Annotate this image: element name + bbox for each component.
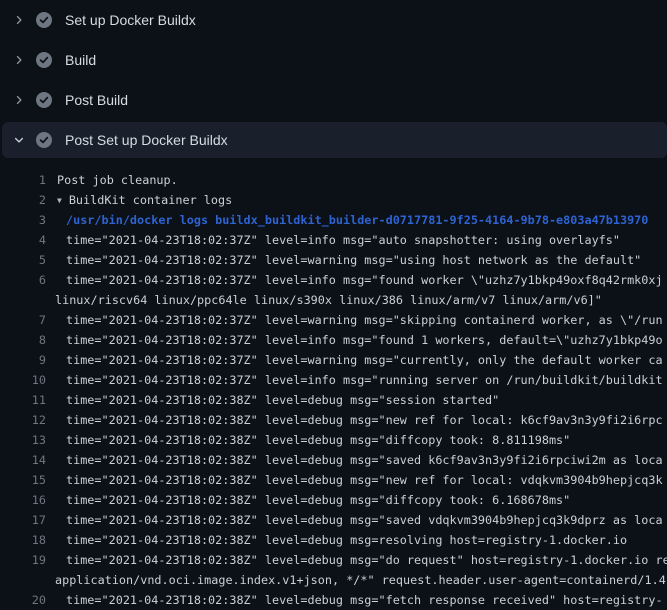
log-text: time="2021-04-23T18:02:37Z" level=warnin…	[46, 350, 663, 370]
log-command-text: /usr/bin/docker logs buildx_buildkit_bui…	[46, 210, 648, 230]
step-row-build[interactable]: Build	[0, 40, 667, 80]
check-circle-icon	[36, 132, 52, 148]
log-text: time="2021-04-23T18:02:37Z" level=info m…	[46, 230, 620, 250]
chevron-right-icon	[12, 12, 26, 28]
log-group-toggle[interactable]: ▼ BuildKit container logs	[46, 190, 232, 210]
log-text: time="2021-04-23T18:02:38Z" level=debug …	[46, 510, 663, 530]
log-line: 12 time="2021-04-23T18:02:38Z" level=deb…	[0, 410, 667, 430]
log-line: 17 time="2021-04-23T18:02:38Z" level=deb…	[0, 510, 667, 530]
log-line: 7 time="2021-04-23T18:02:37Z" level=warn…	[0, 310, 667, 330]
collapse-triangle-icon: ▼	[57, 191, 62, 210]
line-number[interactable]: 8	[0, 330, 46, 350]
step-label: Build	[65, 52, 96, 68]
line-number[interactable]: 5	[0, 250, 46, 270]
log-text: time="2021-04-23T18:02:38Z" level=debug …	[46, 530, 627, 550]
chevron-right-icon	[12, 52, 26, 68]
line-number[interactable]: 9	[0, 350, 46, 370]
step-row-post-set-up-docker-buildx-expanded[interactable]: Post Set up Docker Buildx	[2, 122, 667, 158]
log-text: time="2021-04-23T18:02:38Z" level=debug …	[46, 470, 663, 490]
line-number[interactable]: 16	[0, 490, 46, 510]
log-line: 10 time="2021-04-23T18:02:37Z" level=inf…	[0, 370, 667, 390]
log-line: 4 time="2021-04-23T18:02:37Z" level=info…	[0, 230, 667, 250]
line-number[interactable]: 15	[0, 470, 46, 490]
check-circle-icon	[36, 52, 52, 68]
log-text: time="2021-04-23T18:02:38Z" level=debug …	[46, 590, 663, 610]
step-row-set-up-docker-buildx[interactable]: Set up Docker Buildx	[0, 0, 667, 40]
log-line: 1 Post job cleanup.	[0, 170, 667, 190]
log-text: time="2021-04-23T18:02:37Z" level=info m…	[46, 370, 663, 390]
log-line: 20 time="2021-04-23T18:02:38Z" level=deb…	[0, 590, 667, 610]
log-line: 8 time="2021-04-23T18:02:37Z" level=info…	[0, 330, 667, 350]
log-line: 14 time="2021-04-23T18:02:38Z" level=deb…	[0, 450, 667, 470]
log-text: time="2021-04-23T18:02:38Z" level=debug …	[46, 490, 570, 510]
line-number[interactable]: 14	[0, 450, 46, 470]
log-text: time="2021-04-23T18:02:38Z" level=debug …	[46, 410, 663, 430]
log-group-label: BuildKit container logs	[69, 193, 232, 207]
chevron-down-icon	[12, 132, 26, 148]
check-circle-icon	[36, 92, 52, 108]
log-line: 13 time="2021-04-23T18:02:38Z" level=deb…	[0, 430, 667, 450]
log-command-line: 3 /usr/bin/docker logs buildx_buildkit_b…	[0, 210, 667, 230]
line-number[interactable]: 11	[0, 390, 46, 410]
log-line: 9 time="2021-04-23T18:02:37Z" level=warn…	[0, 350, 667, 370]
line-number[interactable]: 17	[0, 510, 46, 530]
line-number[interactable]: 3	[0, 210, 46, 230]
line-number[interactable]: 2	[0, 190, 46, 210]
line-number[interactable]: 1	[0, 170, 46, 190]
line-number[interactable]: 6	[0, 270, 46, 290]
log-text: Post job cleanup.	[46, 170, 178, 190]
log-line-wrapped: application/vnd.oci.image.index.v1+json,…	[0, 570, 667, 590]
log-text: time="2021-04-23T18:02:37Z" level=info m…	[46, 330, 663, 350]
log-line: 18 time="2021-04-23T18:02:38Z" level=deb…	[0, 530, 667, 550]
chevron-right-icon	[12, 92, 26, 108]
log-text: time="2021-04-23T18:02:38Z" level=debug …	[46, 390, 499, 410]
step-label: Post Set up Docker Buildx	[65, 132, 228, 148]
log-line: 16 time="2021-04-23T18:02:38Z" level=deb…	[0, 490, 667, 510]
check-circle-icon	[36, 12, 52, 28]
line-number[interactable]: 12	[0, 410, 46, 430]
log-text: time="2021-04-23T18:02:37Z" level=warnin…	[46, 250, 641, 270]
log-text: time="2021-04-23T18:02:37Z" level=info m…	[46, 270, 663, 290]
line-number[interactable]: 4	[0, 230, 46, 250]
log-group-line: 2 ▼ BuildKit container logs	[0, 190, 667, 210]
log-text: time="2021-04-23T18:02:38Z" level=debug …	[46, 450, 663, 470]
log-line: 6 time="2021-04-23T18:02:37Z" level=info…	[0, 270, 667, 290]
log-text: linux/riscv64 linux/ppc64le linux/s390x …	[0, 290, 602, 310]
log-text: application/vnd.oci.image.index.v1+json,…	[0, 570, 667, 590]
log-line: 5 time="2021-04-23T18:02:37Z" level=warn…	[0, 250, 667, 270]
line-number[interactable]: 7	[0, 310, 46, 330]
log-viewer: 1 Post job cleanup. 2 ▼ BuildKit containe…	[0, 158, 667, 610]
log-line: 19 time="2021-04-23T18:02:38Z" level=deb…	[0, 550, 667, 570]
line-number[interactable]: 10	[0, 370, 46, 390]
line-number[interactable]: 20	[0, 590, 46, 610]
step-label: Set up Docker Buildx	[65, 12, 196, 28]
log-line-wrapped: linux/riscv64 linux/ppc64le linux/s390x …	[0, 290, 667, 310]
line-number[interactable]: 13	[0, 430, 46, 450]
steps-list: Set up Docker Buildx Build Post Build Po…	[0, 0, 667, 158]
log-line: 11 time="2021-04-23T18:02:38Z" level=deb…	[0, 390, 667, 410]
log-text: time="2021-04-23T18:02:38Z" level=debug …	[46, 550, 667, 570]
line-number[interactable]: 19	[0, 550, 46, 570]
step-row-post-build[interactable]: Post Build	[0, 80, 667, 120]
log-line: 15 time="2021-04-23T18:02:38Z" level=deb…	[0, 470, 667, 490]
log-text: time="2021-04-23T18:02:37Z" level=warnin…	[46, 310, 663, 330]
log-text: time="2021-04-23T18:02:38Z" level=debug …	[46, 430, 570, 450]
line-number[interactable]: 18	[0, 530, 46, 550]
step-label: Post Build	[65, 92, 128, 108]
